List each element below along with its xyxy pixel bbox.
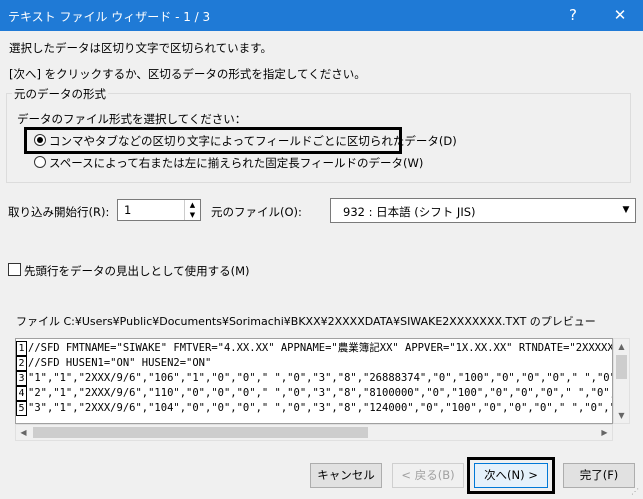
intro-line-1: 選択したデータは区切り文字で区切られています。	[9, 41, 273, 55]
row-text: "3","1","2XXX/9/6","104","0","0","0"," "…	[28, 402, 613, 414]
preview-row: 3 "1","1","2XXX/9/6","106","1","0","0"," …	[16, 371, 613, 386]
delimited-option-label[interactable]: コンマやタブなどの区切り文字によってフィールドごとに区切られたデータ(D)	[49, 133, 457, 149]
start-row-stepper[interactable]: 1 ▲ ▼	[117, 199, 201, 221]
back-button[interactable]: < 戻る(B)	[392, 463, 464, 488]
row-text: //SFD FMTNAME="SIWAKE" FMTVER="4.XX.XX" …	[28, 342, 613, 354]
cancel-button[interactable]: キャンセル	[310, 463, 382, 488]
start-row-label: 取り込み開始行(R):	[8, 205, 110, 219]
scroll-down-icon[interactable]: ▼	[614, 408, 629, 423]
help-button[interactable]: ?	[550, 0, 596, 31]
file-origin-value[interactable]: 932 : 日本語 (シフト JIS)	[343, 204, 476, 220]
row-number: 2	[16, 356, 27, 371]
start-row-value[interactable]: 1	[124, 203, 131, 217]
row-number: 5	[16, 401, 27, 416]
resize-grip-icon[interactable]: ⋰	[631, 487, 641, 497]
next-button[interactable]: 次へ(N) >	[474, 463, 548, 488]
scroll-up-icon[interactable]: ▲	[614, 339, 629, 354]
scroll-right-icon[interactable]: ▶	[597, 425, 612, 440]
file-origin-label: 元のファイル(O):	[211, 205, 302, 219]
original-format-group-label: 元のデータの形式	[12, 86, 108, 102]
close-button[interactable]: ✕	[597, 0, 643, 31]
delimited-radio[interactable]	[34, 134, 46, 146]
preview-row: 4 "2","1","2XXX/9/6","110","0","0","0"," …	[16, 386, 613, 401]
headers-checkbox[interactable]	[8, 263, 21, 276]
file-origin-select[interactable]: 932 : 日本語 (シフト JIS) ▼	[330, 198, 636, 223]
format-prompt: データのファイル形式を選択してください：	[17, 112, 247, 126]
row-text: "1","1","2XXX/9/6","106","1","0","0"," "…	[28, 372, 613, 384]
preview-pane[interactable]: 1//SFD FMTNAME="SIWAKE" FMTVER="4.XX.XX"…	[15, 338, 613, 424]
intro-line-2: [次へ] をクリックするか、区切るデータの形式を指定してください。	[9, 67, 366, 81]
preview-vertical-scrollbar[interactable]: ▲ ▼	[613, 338, 630, 424]
horizontal-scroll-thumb[interactable]	[33, 427, 368, 438]
preview-row: 1//SFD FMTNAME="SIWAKE" FMTVER="4.XX.XX"…	[16, 341, 613, 356]
vertical-scroll-thumb[interactable]	[616, 355, 627, 379]
spin-up-icon[interactable]: ▲	[185, 200, 200, 210]
row-number: 1	[16, 341, 27, 356]
preview-row: 2//SFD HUSEN1="ON" HUSEN2="ON"	[16, 356, 211, 371]
preview-horizontal-scrollbar[interactable]: ◀ ▶	[15, 424, 613, 441]
row-number: 3	[16, 371, 27, 386]
fixed-width-radio[interactable]	[34, 156, 46, 168]
finish-button[interactable]: 完了(F)	[563, 463, 635, 488]
scroll-left-icon[interactable]: ◀	[16, 425, 31, 440]
fixed-width-option-label[interactable]: スペースによって右または左に揃えられた固定長フィールドのデータ(W)	[49, 155, 423, 171]
row-text: //SFD HUSEN1="ON" HUSEN2="ON"	[28, 357, 212, 369]
preview-title: ファイル C:¥Users¥Public¥Documents¥Sorimachi…	[16, 315, 596, 328]
spin-down-icon[interactable]: ▼	[185, 210, 200, 220]
title-bar: テキスト ファイル ウィザード - 1 / 3 ? ✕	[0, 0, 643, 31]
headers-checkbox-label[interactable]: 先頭行をデータの見出しとして使用する(M)	[24, 263, 250, 279]
start-row-spin-arrows[interactable]: ▲ ▼	[184, 200, 200, 220]
chevron-down-icon[interactable]: ▼	[617, 199, 635, 222]
preview-row: 5 "3","1","2XXX/9/6","104","0","0","0"," …	[16, 401, 613, 416]
row-number: 4	[16, 386, 27, 401]
row-text: "2","1","2XXX/9/6","110","0","0","0"," "…	[28, 387, 613, 399]
window-title: テキスト ファイル ウィザード - 1 / 3	[8, 10, 211, 24]
